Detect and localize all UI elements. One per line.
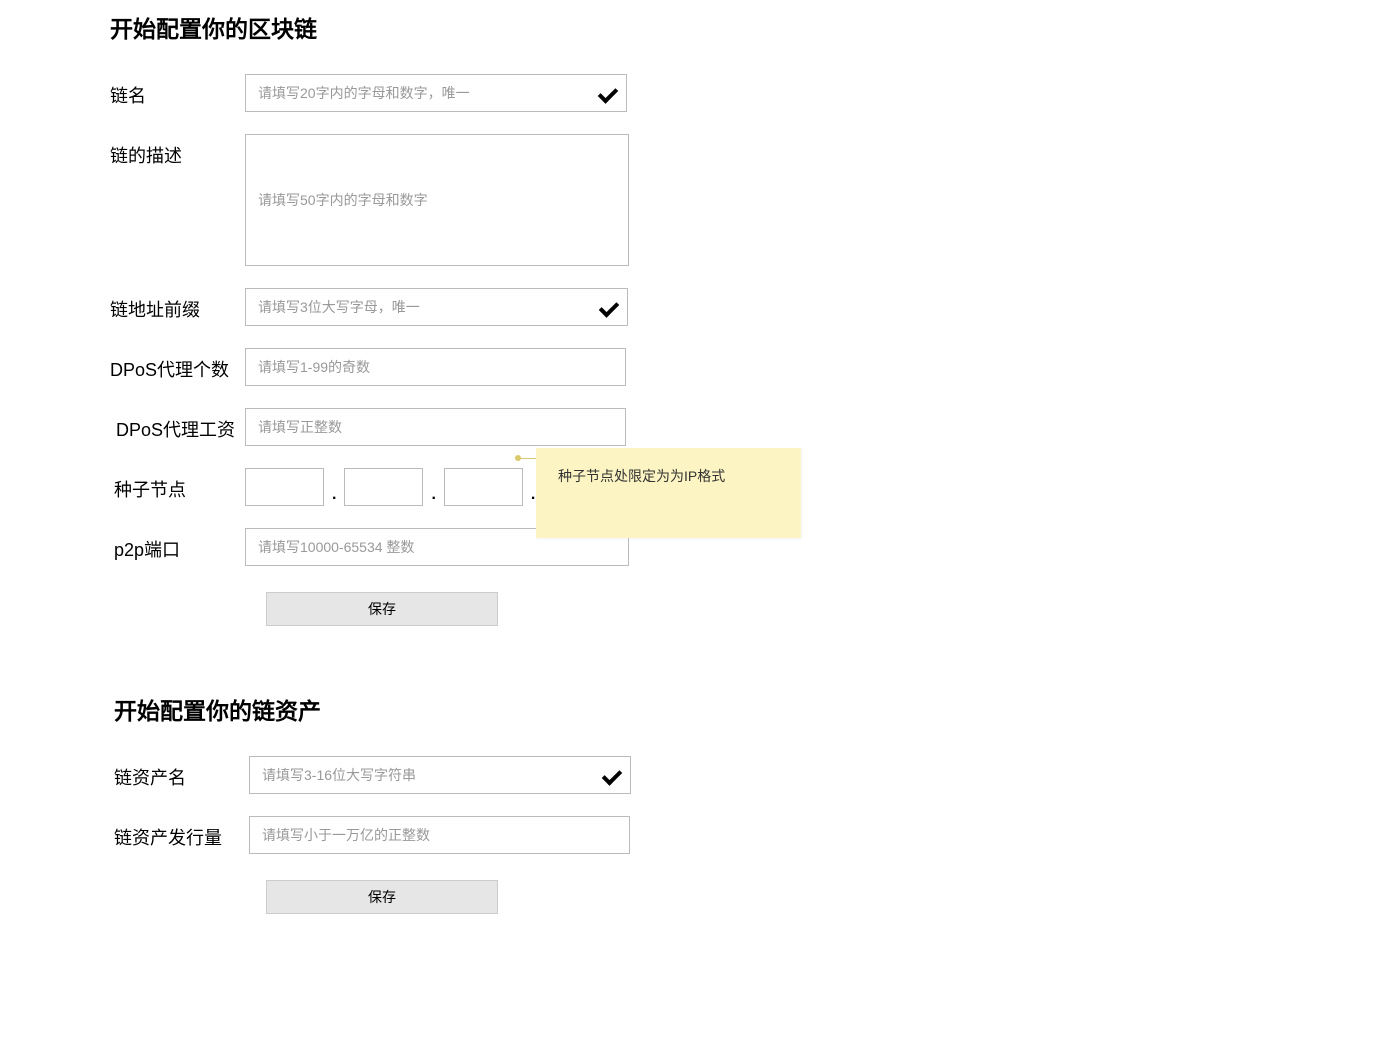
section1-title: 开始配置你的区块链 — [110, 10, 1268, 44]
assetname-input[interactable] — [249, 756, 631, 794]
prefix-label: 链地址前缀 — [110, 288, 245, 322]
annotation-text: 种子节点处限定为为IP格式 — [558, 468, 725, 484]
dpos-count-label: DPoS代理个数 — [110, 348, 245, 382]
assetname-label: 链资产名 — [114, 756, 249, 790]
desc-input[interactable] — [245, 134, 629, 266]
p2p-label: p2p端口 — [110, 528, 245, 562]
seed-ip-3[interactable] — [444, 468, 523, 506]
save-button-2[interactable]: 保存 — [266, 880, 498, 914]
desc-label: 链的描述 — [110, 134, 245, 168]
assetissue-label: 链资产发行量 — [114, 816, 249, 850]
dpos-count-input[interactable] — [245, 348, 626, 386]
ip-dot: . — [531, 486, 535, 506]
assetissue-input[interactable] — [249, 816, 630, 854]
seed-ip-2[interactable] — [344, 468, 423, 506]
ip-dot: . — [431, 486, 435, 506]
save-button-1[interactable]: 保存 — [266, 592, 498, 626]
seed-ip-1[interactable] — [245, 468, 324, 506]
section2-title: 开始配置你的链资产 — [114, 692, 1268, 726]
ip-dot: . — [332, 486, 336, 506]
dpos-wage-input[interactable] — [245, 408, 626, 446]
seed-label: 种子节点 — [110, 468, 245, 502]
chainname-input[interactable] — [245, 74, 627, 112]
chainname-label: 链名 — [110, 74, 245, 108]
prefix-input[interactable] — [245, 288, 628, 326]
dpos-wage-label: DPoS代理工资 — [110, 408, 245, 442]
annotation-box: 种子节点处限定为为IP格式 — [536, 448, 801, 538]
